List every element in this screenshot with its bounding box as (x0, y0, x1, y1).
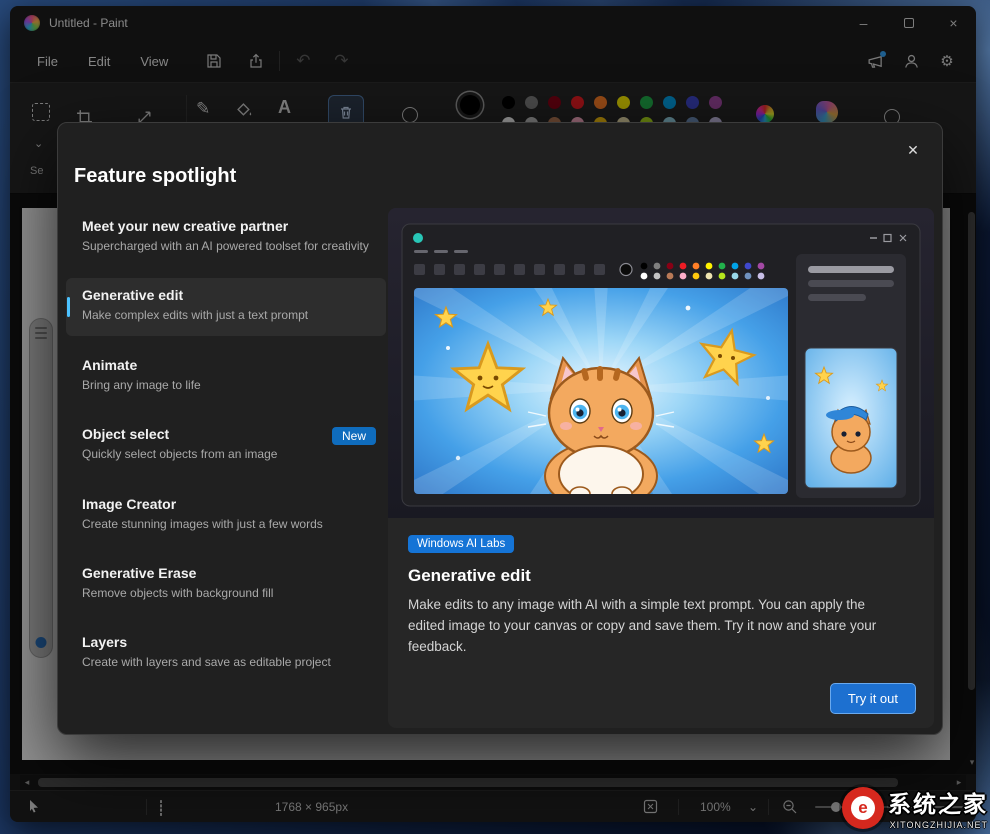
feature-title: Object select (82, 426, 370, 442)
feature-title: Meet your new creative partner (82, 218, 370, 234)
watermark: e 系统之家 XITONGZHIJIA.NET (842, 785, 988, 830)
feature-item-image-creator[interactable]: Image Creator Create stunning images wit… (66, 487, 386, 544)
watermark-site-name: 系统之家 (888, 785, 988, 819)
watermark-domain: XITONGZHIJIA.NET (888, 820, 988, 830)
feature-spotlight-dialog: ✕ Feature spotlight Meet your new creati… (57, 122, 943, 735)
dialog-title: Feature spotlight (74, 165, 236, 188)
dialog-close-button[interactable]: ✕ (898, 135, 928, 165)
try-it-out-button[interactable]: Try it out (830, 683, 916, 714)
feature-item-creative-partner[interactable]: Meet your new creative partner Superchar… (66, 209, 386, 266)
feature-title: Image Creator (82, 496, 370, 512)
feature-item-animate[interactable]: Animate Bring any image to life (66, 348, 386, 405)
feature-preview-image (388, 208, 934, 518)
feature-item-generative-edit[interactable]: Generative edit Make complex edits with … (66, 278, 386, 335)
feature-title: Animate (82, 357, 370, 373)
feature-title: Generative edit (82, 287, 370, 303)
feature-list: Meet your new creative partner Superchar… (66, 209, 386, 695)
feature-detail-panel: Windows AI Labs Generative edit Make edi… (388, 208, 934, 728)
feature-desc: Supercharged with an AI powered toolset … (82, 238, 370, 255)
feature-desc: Bring any image to life (82, 377, 370, 394)
feature-desc: Quickly select objects from an image (82, 446, 370, 463)
close-icon: ✕ (907, 142, 919, 159)
feature-detail-heading: Generative edit (408, 566, 914, 586)
feature-desc: Create stunning images with just a few w… (82, 516, 370, 533)
feature-title: Generative Erase (82, 565, 370, 581)
feature-item-generative-erase[interactable]: Generative Erase Remove objects with bac… (66, 556, 386, 613)
watermark-logo-icon: e (842, 787, 884, 829)
feature-item-layers[interactable]: Layers Create with layers and save as ed… (66, 625, 386, 682)
feature-detail-body: Windows AI Labs Generative edit Make edi… (388, 518, 934, 658)
windows-ai-labs-badge: Windows AI Labs (408, 535, 514, 553)
new-badge: New (332, 427, 376, 445)
feature-detail-description: Make edits to any image with AI with a s… (408, 595, 896, 658)
feature-desc: Make complex edits with just a text prom… (82, 307, 370, 324)
feature-item-object-select[interactable]: Object select Quickly select objects fro… (66, 417, 386, 474)
watermark-logo-letter: e (842, 787, 884, 829)
feature-desc: Create with layers and save as editable … (82, 654, 370, 671)
feature-title: Layers (82, 634, 370, 650)
feature-desc: Remove objects with background fill (82, 585, 370, 602)
